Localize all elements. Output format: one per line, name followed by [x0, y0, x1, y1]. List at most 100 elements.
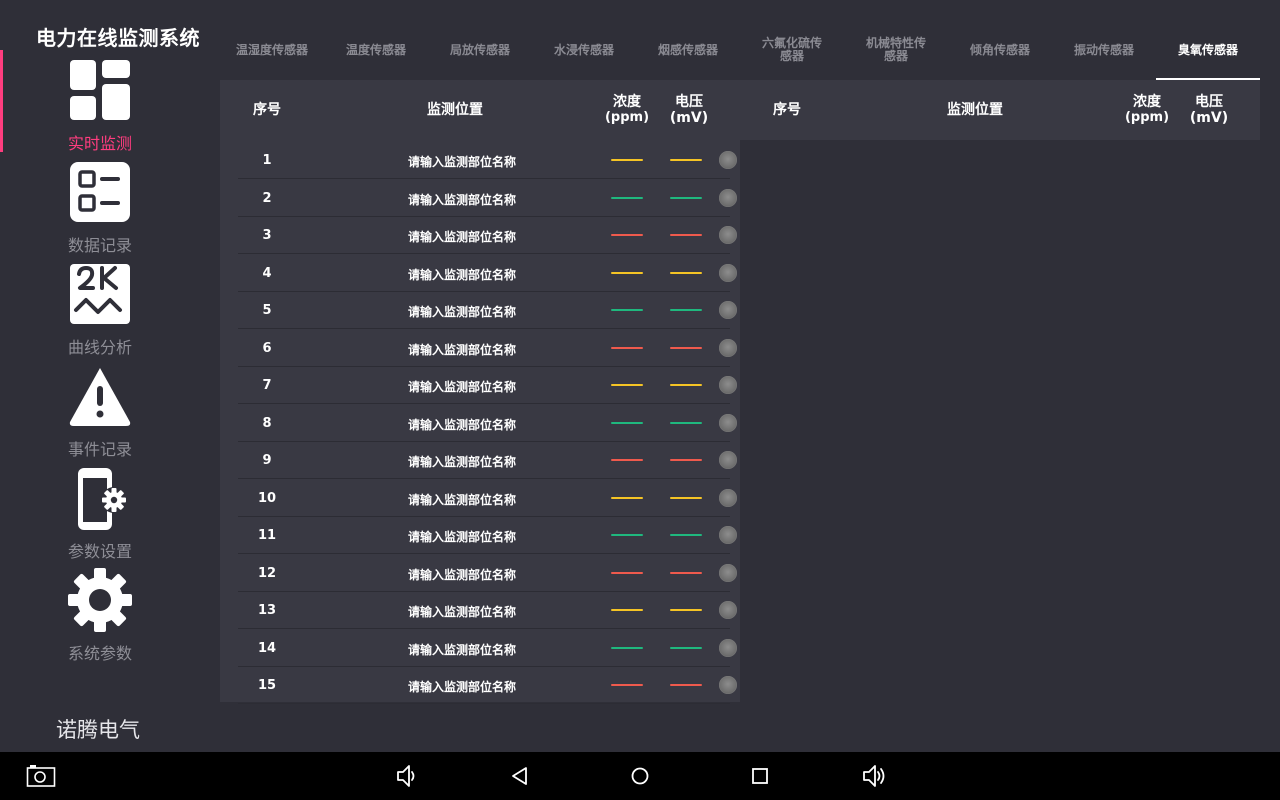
tab-temperature-humidity[interactable]: 温湿度传感器 [220, 22, 324, 78]
brand-name: 诺腾电气 [56, 718, 140, 742]
tab-vibration[interactable]: 振动传感器 [1052, 22, 1156, 78]
tab-smoke[interactable]: 烟感传感器 [636, 22, 740, 78]
row-number: 13 [257, 603, 277, 618]
status-indicator-icon [719, 188, 737, 207]
table-row[interactable]: 13 请输入监测部位名称 [238, 592, 737, 629]
table-row[interactable]: 4 请输入监测部位名称 [238, 255, 737, 292]
sidebar-item-data-records[interactable]: 数据记录 [0, 152, 200, 255]
sidebar-item-label: 系统参数 [67, 644, 132, 663]
status-indicator-icon [719, 451, 737, 469]
header-concentration-unit: (ppm) [604, 110, 650, 125]
voltage-value-dash [670, 384, 702, 386]
tab-partial-discharge[interactable]: 局放传感器 [428, 22, 532, 78]
header-location: 监测位置 [427, 102, 483, 118]
table-header: 序号 监测位置 浓度 (ppm) 电压(mV) 序号 监测位置 浓度 (ppm) 电… [220, 80, 1260, 140]
row-location: 请输入监测部位名称 [407, 492, 516, 507]
concentration-value-dash [611, 271, 643, 274]
sidebar-item-label: 实时监测 [67, 134, 132, 153]
app-title: 电力在线监测系统 [36, 26, 200, 50]
row-number: 10 [257, 490, 277, 506]
status-indicator-icon [719, 413, 737, 432]
status-indicator-icon [719, 563, 737, 582]
system-nav-bar [0, 752, 1280, 800]
status-indicator-icon [719, 338, 737, 357]
row-number: 5 [262, 303, 272, 318]
header-location: 监测位置 [947, 102, 1003, 118]
row-number: 11 [257, 528, 277, 543]
voltage-value-dash [670, 159, 702, 161]
row-location: 请输入监测部位名称 [407, 417, 516, 432]
row-location: 请输入监测部位名称 [407, 530, 516, 544]
table-row[interactable]: 8 请输入监测部位名称 [238, 405, 737, 442]
tab-water-immersion[interactable]: 水浸传感器 [532, 22, 636, 78]
table-row[interactable]: 1 请输入监测部位名称 [238, 142, 737, 179]
tab-mechanical[interactable]: 机械特性传感器 [844, 22, 948, 78]
concentration-value-dash [611, 384, 643, 386]
row-number: 14 [257, 640, 277, 656]
concentration-value-dash [611, 684, 643, 686]
screenshot-icon[interactable] [26, 762, 56, 790]
checklist-icon [70, 162, 130, 222]
table-row[interactable]: 11 请输入监测部位名称 [238, 517, 737, 554]
row-location: 请输入监测部位名称 [407, 230, 516, 244]
concentration-value-dash [611, 234, 643, 236]
tab-temperature[interactable]: 温度传感器 [324, 22, 428, 78]
table-row[interactable]: 3 请输入监测部位名称 [238, 217, 737, 254]
voltage-value-dash [670, 571, 702, 574]
voltage-value-dash [670, 271, 702, 274]
header-concentration: 浓度 (ppm) [1120, 80, 1174, 140]
concentration-value-dash [611, 346, 643, 349]
phone-settings-icon [78, 468, 127, 530]
sidebar-item-label: 数据记录 [67, 236, 132, 255]
row-number: 1 [262, 153, 272, 168]
header-voltage: 电压(mV) [1189, 94, 1229, 126]
status-indicator-icon [719, 526, 737, 544]
recents-icon[interactable] [746, 762, 774, 790]
home-icon[interactable] [626, 762, 654, 790]
back-icon[interactable] [506, 762, 534, 790]
row-location: 请输入监测部位名称 [407, 567, 516, 582]
concentration-value-dash [611, 496, 643, 499]
volume-down-icon[interactable] [394, 762, 422, 790]
concentration-value-dash [611, 571, 643, 574]
voltage-value-dash [670, 459, 702, 461]
row-location: 请输入监测部位名称 [407, 305, 516, 319]
concentration-value-dash [611, 196, 643, 199]
row-location: 请输入监测部位名称 [407, 642, 516, 657]
status-indicator-icon [719, 488, 737, 507]
header-concentration-label: 浓度 [1132, 94, 1161, 110]
sidebar-item-system-parameters[interactable]: 系统参数 [0, 560, 200, 663]
sidebar: 实时监测 数据记录 曲线分析 事件记录 参数设置 系统参数 [0, 50, 200, 680]
tab-tilt[interactable]: 倾角传感器 [948, 22, 1052, 78]
tab-ozone[interactable]: 臭氧传感器 [1156, 22, 1260, 80]
volume-up-icon[interactable] [860, 762, 888, 790]
sidebar-item-curve-analysis[interactable]: 曲线分析 [0, 254, 200, 357]
row-location: 请输入监测部位名称 [407, 680, 516, 694]
header-concentration: 浓度 (ppm) [600, 80, 654, 140]
tab-sf6[interactable]: 六氟化硫传感器 [740, 22, 844, 78]
status-indicator-icon [719, 226, 737, 244]
table-row[interactable]: 10 请输入监测部位名称 [238, 480, 737, 517]
sidebar-item-event-records[interactable]: 事件记录 [0, 356, 200, 459]
table-row[interactable]: 15 请输入监测部位名称 [238, 667, 737, 704]
header-no: 序号 [253, 102, 281, 118]
sidebar-item-parameter-settings[interactable]: 参数设置 [0, 458, 200, 561]
status-indicator-icon [719, 376, 737, 394]
table-row[interactable]: 2 请输入监测部位名称 [238, 180, 737, 217]
table-row[interactable]: 14 请输入监测部位名称 [238, 630, 737, 667]
row-number: 2 [262, 190, 272, 206]
sidebar-item-realtime-monitoring[interactable]: 实时监测 [0, 50, 200, 153]
voltage-value-dash [670, 496, 702, 499]
table-row[interactable]: 7 请输入监测部位名称 [238, 367, 737, 404]
voltage-value-dash [670, 609, 702, 611]
status-indicator-icon [719, 263, 737, 282]
row-number: 12 [257, 565, 277, 581]
dashboard-icon [70, 60, 130, 120]
status-indicator-icon [719, 676, 737, 694]
table-row[interactable]: 6 请输入监测部位名称 [238, 330, 737, 367]
table-row[interactable]: 9 请输入监测部位名称 [238, 442, 737, 479]
table-row[interactable]: 5 请输入监测部位名称 [238, 292, 737, 329]
table-row[interactable]: 12 请输入监测部位名称 [238, 555, 737, 592]
row-location: 请输入监测部位名称 [407, 455, 516, 469]
voltage-value-dash [670, 534, 702, 536]
